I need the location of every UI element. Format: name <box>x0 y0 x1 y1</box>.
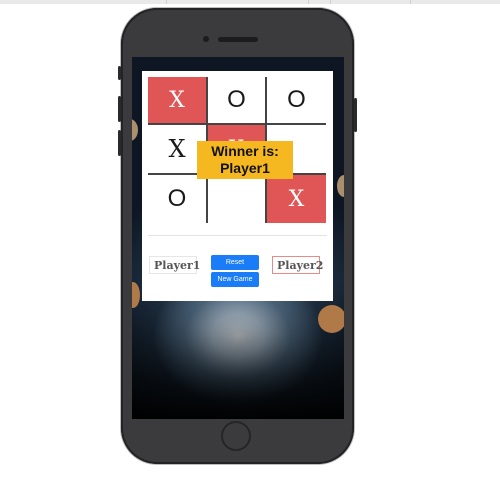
board-cell[interactable]: X <box>148 77 206 123</box>
strip-divider <box>330 0 331 4</box>
volume-down-button <box>118 130 121 156</box>
winner-label: Winner is: <box>211 143 279 159</box>
background-character-part <box>337 175 344 197</box>
background-character-part <box>318 305 344 333</box>
board-cell[interactable] <box>208 175 265 223</box>
strip-divider <box>410 0 411 4</box>
reset-button[interactable]: Reset <box>211 255 259 270</box>
phone-screen: X O O X X O X Winner is: Player1 Player1 <box>132 57 344 419</box>
phone-frame: X O O X X O X Winner is: Player1 Player1 <box>118 8 357 464</box>
grid-line <box>148 123 326 125</box>
volume-up-button <box>118 96 121 122</box>
cell-mark: O <box>167 185 187 212</box>
browser-top-strip <box>0 0 500 4</box>
front-camera <box>203 36 209 42</box>
cell-mark: O <box>227 86 246 113</box>
game-panel: X O O X X O X Winner is: Player1 Player1 <box>142 71 333 301</box>
cell-mark: O <box>287 86 306 113</box>
cell-mark: X <box>168 135 186 163</box>
player2-label: Player2 <box>272 256 323 274</box>
cell-mark: X <box>169 87 185 113</box>
board-cell[interactable]: O <box>208 77 265 123</box>
strip-divider <box>166 0 167 4</box>
power-button <box>354 98 357 132</box>
board-cell[interactable]: X <box>267 175 326 223</box>
strip-divider <box>308 0 309 4</box>
divider <box>148 235 327 236</box>
winner-name: Player1 <box>220 160 270 176</box>
earpiece-speaker <box>218 37 258 42</box>
new-game-button[interactable]: New Game <box>211 272 259 287</box>
mute-switch <box>118 66 121 80</box>
cell-mark: X <box>288 186 305 212</box>
home-button[interactable] <box>221 421 251 451</box>
board-cell[interactable]: O <box>148 175 206 223</box>
player1-label: Player1 <box>149 256 200 274</box>
winner-banner: Winner is: Player1 <box>197 141 293 179</box>
board-cell[interactable]: O <box>267 77 326 123</box>
